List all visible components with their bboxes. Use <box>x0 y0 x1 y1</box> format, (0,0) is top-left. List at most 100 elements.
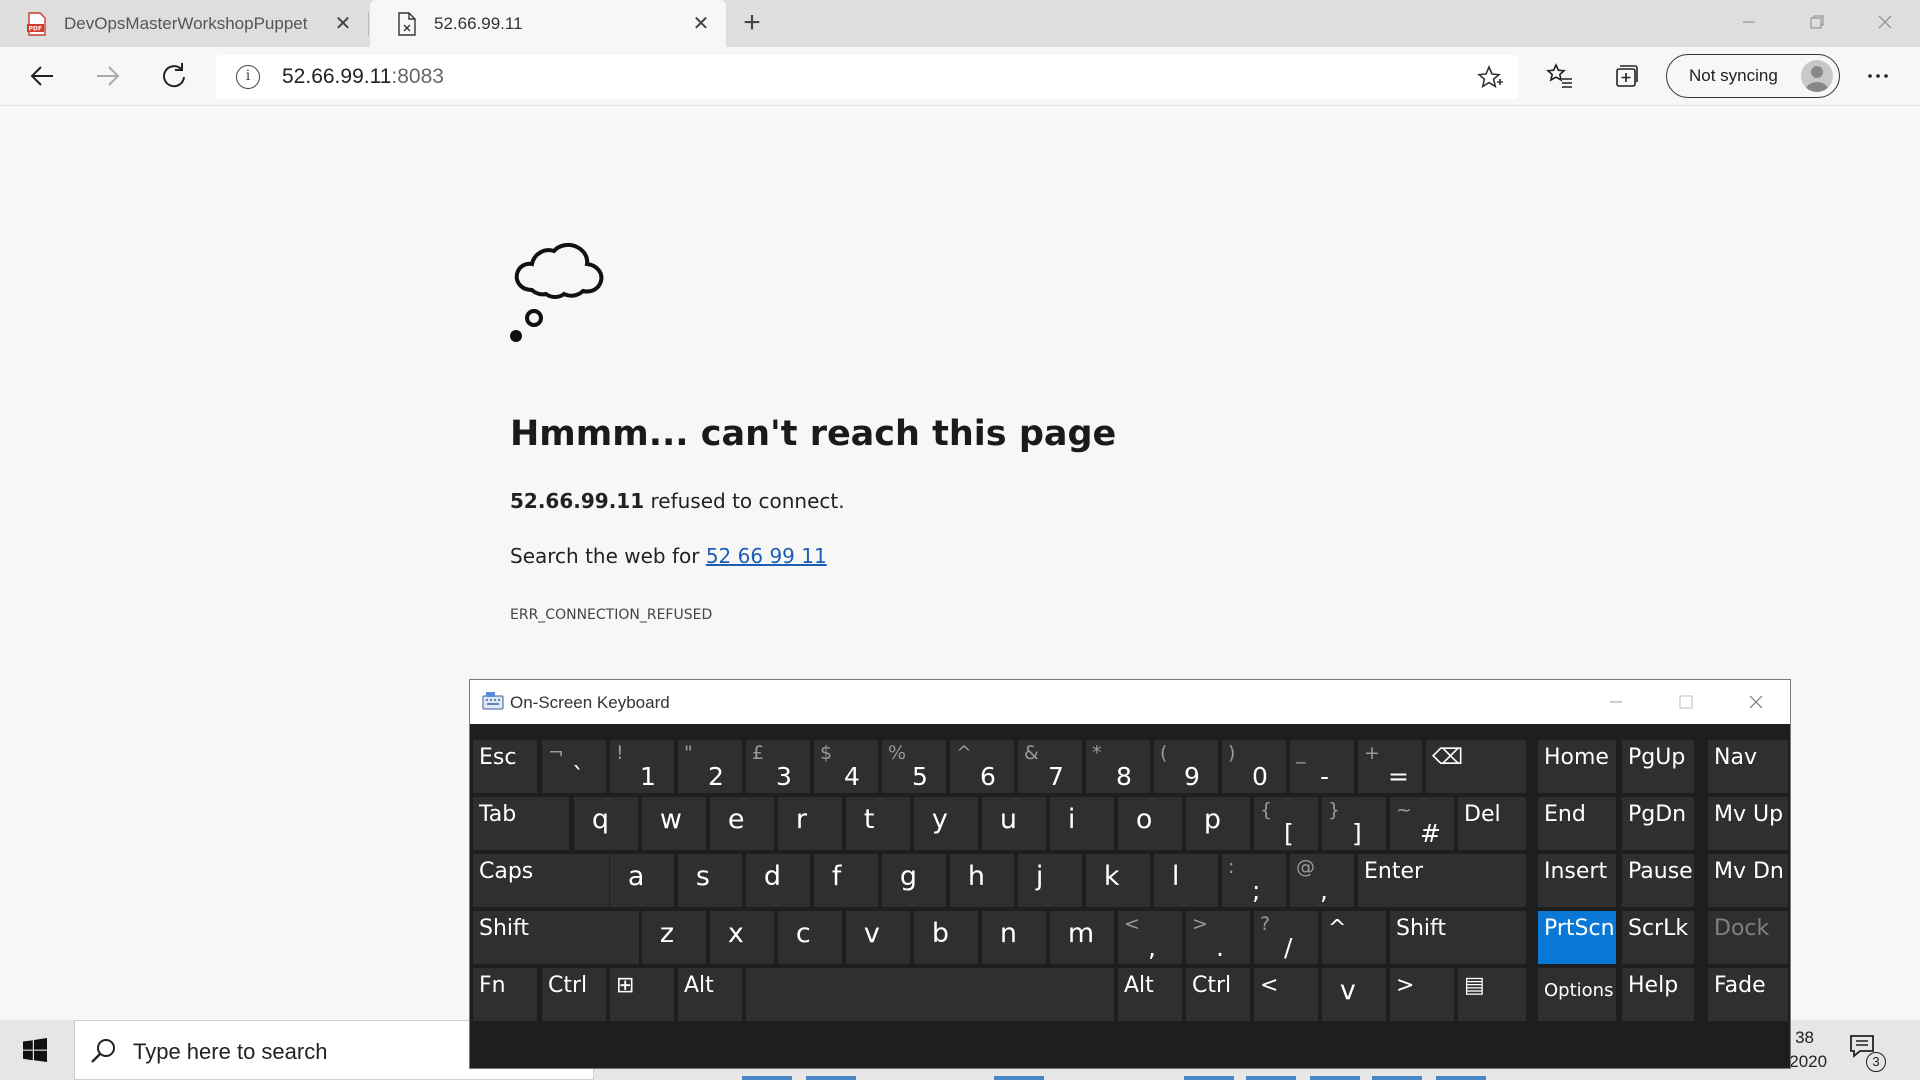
osk-maximize-button[interactable] <box>1652 680 1720 724</box>
settings-more-button[interactable] <box>1858 56 1898 96</box>
key-tab[interactable]: Tab <box>473 797 569 850</box>
back-button[interactable] <box>22 56 62 96</box>
key-alt[interactable]: Alt <box>678 968 742 1021</box>
key-ctrl[interactable]: Ctrl <box>542 968 606 1021</box>
key-c[interactable]: c <box>778 911 842 964</box>
osk-close-button[interactable] <box>1722 680 1790 724</box>
key-sym[interactable]: < <box>1254 968 1318 1021</box>
key-sym[interactable]: ? / <box>1254 911 1318 964</box>
key-1[interactable]: ! 1 <box>610 740 674 793</box>
key-b[interactable]: b <box>914 911 978 964</box>
key-sym[interactable]: ^ <box>1322 911 1386 964</box>
favorites-button[interactable] <box>1540 56 1580 96</box>
key-3[interactable]: £3 <box>746 740 810 793</box>
key-shift[interactable]: Shift <box>1390 911 1526 964</box>
minimize-window-button[interactable] <box>1714 0 1784 44</box>
key-i[interactable]: i <box>1050 797 1114 850</box>
refresh-button[interactable] <box>154 56 194 96</box>
action-center-button[interactable]: 3 <box>1848 1032 1888 1072</box>
key-shift[interactable]: Shift <box>473 911 639 964</box>
key-dock[interactable]: Dock <box>1708 911 1788 964</box>
key-k[interactable]: k <box>1086 854 1150 907</box>
key-scrlk[interactable]: ScrLk <box>1622 911 1694 964</box>
key-z[interactable]: z <box>642 911 706 964</box>
key-m[interactable]: m <box>1050 911 1114 964</box>
search-web-link[interactable]: 52 66 99 11 <box>706 544 827 568</box>
address-bar[interactable]: i 52.66.99.11:8083 <box>216 55 1519 99</box>
key-8[interactable]: * 8 <box>1086 740 1150 793</box>
key-v[interactable]: v <box>1322 968 1386 1021</box>
key-4[interactable]: $4 <box>814 740 878 793</box>
key-a[interactable]: a <box>610 854 674 907</box>
key-e[interactable]: e <box>710 797 774 850</box>
key-sym[interactable]: :; <box>1222 854 1286 907</box>
key-caps[interactable]: Caps <box>473 854 609 907</box>
key-2[interactable]: " 2 <box>678 740 742 793</box>
profile-sync-button[interactable]: Not syncing <box>1666 54 1840 98</box>
restore-window-button[interactable] <box>1782 0 1852 44</box>
info-icon[interactable]: i <box>236 65 260 89</box>
key-l[interactable]: l <box>1154 854 1218 907</box>
key-t[interactable]: t <box>846 797 910 850</box>
key-space[interactable] <box>746 968 1114 1021</box>
key-w[interactable]: w <box>642 797 706 850</box>
start-button[interactable] <box>0 1020 70 1080</box>
key-mv-up[interactable]: Mv Up <box>1708 797 1788 850</box>
tab-pdf-document[interactable]: PDF DevOpsMasterWorkshopPuppet ✕ <box>0 0 368 47</box>
key-6[interactable]: ^ 6 <box>950 740 1014 793</box>
key-sym[interactable]: > <box>1390 968 1454 1021</box>
key-nav[interactable]: Nav <box>1708 740 1788 793</box>
key-pgup[interactable]: PgUp <box>1622 740 1694 793</box>
key-insert[interactable]: Insert <box>1538 854 1616 907</box>
key-0[interactable]: ) 0 <box>1222 740 1286 793</box>
key-y[interactable]: y <box>914 797 978 850</box>
key-sym[interactable]: }] <box>1322 797 1386 850</box>
close-tab-icon[interactable]: ✕ <box>686 11 716 36</box>
key-pause[interactable]: Pause <box>1622 854 1694 907</box>
key-del[interactable]: Del <box>1458 797 1526 850</box>
key-prtscn[interactable]: PrtScn <box>1538 911 1616 964</box>
key-p[interactable]: p <box>1186 797 1250 850</box>
key-7[interactable]: & 7 <box>1018 740 1082 793</box>
key-x[interactable]: x <box>710 911 774 964</box>
osk-title-bar[interactable]: On-Screen Keyboard <box>470 680 1790 724</box>
key-options[interactable]: Options <box>1538 968 1616 1021</box>
key-g[interactable]: g <box>882 854 946 907</box>
key-sym[interactable]: ⌫ <box>1426 740 1526 793</box>
osk-minimize-button[interactable] <box>1582 680 1650 724</box>
key-fade[interactable]: Fade <box>1708 968 1788 1021</box>
key-sym[interactable]: >. <box>1186 911 1250 964</box>
key-9[interactable]: (9 <box>1154 740 1218 793</box>
key-sym[interactable]: ¬ ` <box>542 740 606 793</box>
key-ctrl[interactable]: Ctrl <box>1186 968 1250 1021</box>
tab-active-page[interactable]: 52.66.99.11 ✕ <box>370 0 726 47</box>
close-window-button[interactable] <box>1850 0 1920 44</box>
key-pgdn[interactable]: PgDn <box>1622 797 1694 850</box>
key-sym[interactable]: ▤ <box>1458 968 1526 1021</box>
key-enter[interactable]: Enter <box>1358 854 1526 907</box>
key-j[interactable]: j <box>1018 854 1082 907</box>
key-sym[interactable]: @, <box>1290 854 1354 907</box>
key-n[interactable]: n <box>982 911 1046 964</box>
key-sym[interactable]: <, <box>1118 911 1182 964</box>
key-s[interactable]: s <box>678 854 742 907</box>
key-sym[interactable]: _ - <box>1290 740 1354 793</box>
key-alt[interactable]: Alt <box>1118 968 1182 1021</box>
key-u[interactable]: u <box>982 797 1046 850</box>
new-tab-button[interactable]: + <box>736 8 768 40</box>
key-h[interactable]: h <box>950 854 1014 907</box>
key-esc[interactable]: Esc <box>473 740 537 793</box>
key-r[interactable]: r <box>778 797 842 850</box>
collections-button[interactable] <box>1606 56 1646 96</box>
key-end[interactable]: End <box>1538 797 1616 850</box>
key-sym[interactable]: + = <box>1358 740 1422 793</box>
key-f[interactable]: f <box>814 854 878 907</box>
close-tab-icon[interactable]: ✕ <box>328 11 358 36</box>
key-5[interactable]: % 5 <box>882 740 946 793</box>
favorite-star-button[interactable] <box>1477 64 1503 96</box>
forward-button[interactable] <box>88 56 128 96</box>
key-d[interactable]: d <box>746 854 810 907</box>
key-q[interactable]: q <box>574 797 638 850</box>
key-sym[interactable]: ⊞ <box>610 968 674 1021</box>
key-o[interactable]: o <box>1118 797 1182 850</box>
